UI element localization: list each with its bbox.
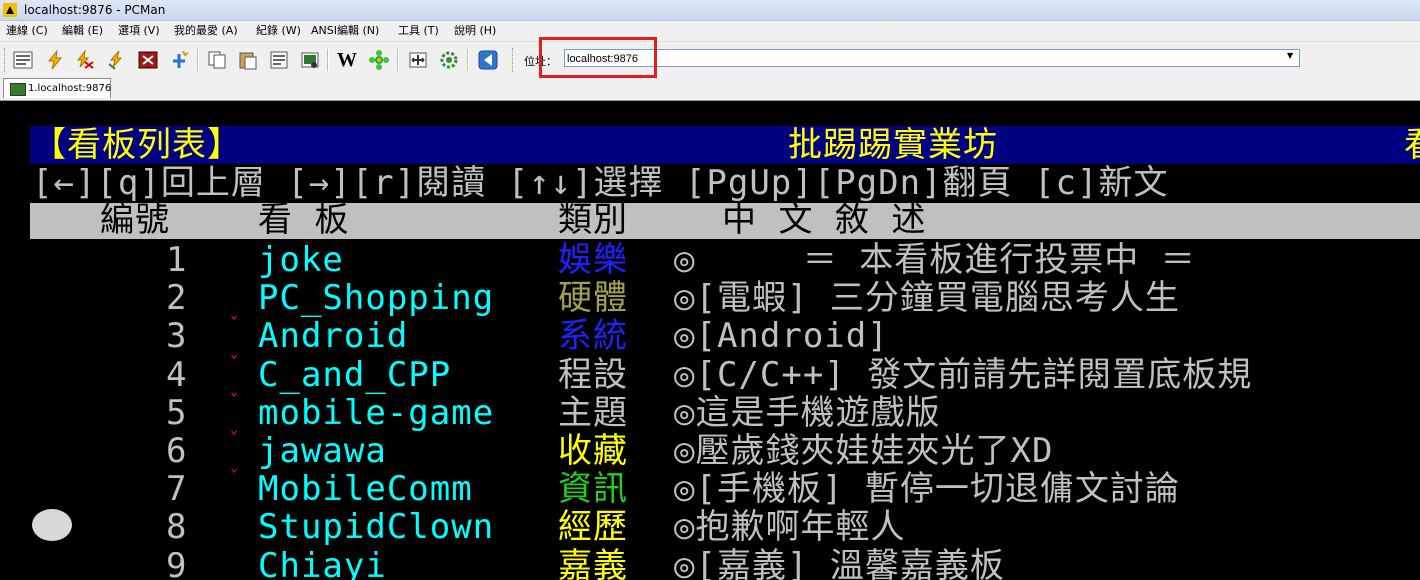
board-description: ◎這是手機遊戲版 [674, 393, 941, 433]
help-line: [←][q]回上層 [→][r]閱讀 [↑↓]選擇 [PgUp][PgDn]翻頁… [32, 163, 1169, 203]
board-number: 3 [166, 316, 188, 356]
menu-favorites[interactable]: 我的最愛 (A) [172, 21, 240, 41]
board-category: 主題 [558, 393, 628, 433]
board-name: Chiayi [258, 546, 387, 580]
board-description: ◎[電蝦] 三分鐘買電腦思考人生 [674, 278, 1180, 318]
board-number: 9 [166, 546, 188, 580]
column-description: 中 文 敘 述 [722, 200, 927, 240]
fullscreen-icon[interactable] [407, 49, 429, 71]
board-category: 硬體 [558, 278, 628, 318]
board-category: 經歷 [558, 507, 628, 547]
paste-icon[interactable] [237, 49, 259, 71]
board-number: 1 [166, 240, 188, 280]
board-name: C_and_CPP [258, 355, 452, 395]
board-category: 收藏 [558, 431, 628, 471]
address-input[interactable]: localhost:9876 [564, 49, 1300, 67]
board-description: ◎[手機板] 暫停一切退傭文討論 [674, 469, 1180, 509]
wikipedia-icon[interactable]: W [336, 49, 358, 71]
board-category: 資訊 [558, 469, 628, 509]
about-icon[interactable] [477, 49, 499, 71]
toolbar-grip[interactable] [4, 48, 8, 72]
board-name: joke [258, 240, 344, 280]
tab-connection[interactable]: 1.localhost:9876 [3, 78, 111, 98]
tab-label: 1.localhost:9876 [28, 83, 112, 94]
emoticon-icon[interactable] [368, 49, 390, 71]
ansi-editor-icon[interactable] [137, 49, 159, 71]
copy-icon[interactable] [206, 49, 228, 71]
board-category: 嘉義 [558, 546, 628, 580]
board-number: 5 [166, 393, 188, 433]
board-description: ◎抱歉啊年輕人 [674, 507, 906, 547]
column-category: 類別 [558, 200, 628, 240]
board-description: ◎壓歲錢夾娃娃夾光了XD [674, 431, 1054, 471]
menu-ansi-edit[interactable]: ANSI編輯 (N) [309, 21, 381, 41]
copy-with-ansi-icon[interactable] [268, 49, 290, 71]
board-number: 7 [166, 469, 188, 509]
site-list-icon[interactable] [12, 49, 34, 71]
mouse-cursor-blob [32, 509, 72, 541]
board-name: jawawa [258, 431, 387, 471]
board-name: MobileComm [258, 469, 473, 509]
board-number: 2 [166, 278, 188, 318]
disconnect-icon[interactable] [106, 49, 128, 71]
board-category: 系統 [558, 316, 628, 356]
board-name: mobile-game [258, 393, 495, 433]
board-description: ◎[Android] [674, 316, 889, 356]
board-name: StupidClown [258, 507, 495, 547]
board-number: 6 [166, 431, 188, 471]
menu-edit[interactable]: 編輯 (E) [60, 21, 105, 41]
board-description: ◎[嘉義] 溫馨嘉義板 [674, 546, 1005, 580]
pcman-app-icon [3, 3, 17, 17]
window-title: localhost:9876 - PCMan [24, 3, 166, 17]
board-number: 4 [166, 355, 188, 395]
board-number: 8 [166, 507, 188, 547]
toolbar-separator [397, 49, 399, 71]
board-name: Android [258, 316, 409, 356]
header-right-text: 看 [1404, 126, 1420, 164]
unread-mark: ˇ [228, 428, 241, 452]
column-num: 編號 [100, 200, 170, 240]
toolbar-separator [327, 49, 329, 71]
menu-bar: 連線 (C) 編輯 (E) 選項 (V) 我的最愛 (A) 紀錄 (W) ANS… [0, 21, 1420, 41]
menu-connection[interactable]: 連線 (C) [4, 21, 50, 41]
board-description: ◎[C/C++] 發文前請先詳閱置底板規 [674, 355, 1253, 395]
menu-help[interactable]: 說明 (H) [452, 21, 498, 41]
tab-bar: 1.localhost:9876 [0, 78, 1420, 101]
reconnect-icon[interactable] [74, 49, 96, 71]
add-favorite-icon[interactable] [168, 49, 190, 71]
board-category: 娛樂 [558, 240, 628, 280]
toolbar-grip[interactable] [512, 48, 516, 72]
board-category: 程設 [558, 355, 628, 395]
menu-history[interactable]: 紀錄 (W) [254, 21, 303, 41]
toolbar-separator [197, 49, 199, 71]
board-list-title: 【看板列表】 [32, 125, 242, 165]
unread-mark: ˇ [228, 352, 241, 376]
settings-icon[interactable] [438, 49, 460, 71]
quick-connect-icon[interactable] [44, 49, 66, 71]
terminal-screen[interactable]: 【看板列表】 批踢踢實業坊 看 [←][q]回上層 [→][r]閱讀 [↑↓]選… [0, 101, 1420, 580]
unread-mark: ˇ [228, 466, 241, 490]
toolbar-separator [467, 49, 469, 71]
menu-options[interactable]: 選項 (V) [116, 21, 162, 41]
site-name: 批踢踢實業坊 [788, 125, 998, 165]
terminal-icon [10, 83, 26, 96]
unread-mark: ˇ [228, 390, 241, 414]
chevron-down-icon[interactable]: ▼ [1287, 51, 1293, 60]
unread-mark: ˇ [228, 313, 241, 337]
address-label: 位址： [524, 55, 557, 68]
board-description: ◎ ＝ 本看板進行投票中 ＝ [674, 240, 1196, 280]
title-bar: localhost:9876 - PCMan [0, 0, 1420, 21]
menu-tools[interactable]: 工具 (T) [396, 21, 441, 41]
screenshot-icon[interactable] [299, 49, 321, 71]
board-name: PC_Shopping [258, 278, 495, 318]
column-board: 看 板 [258, 200, 350, 240]
